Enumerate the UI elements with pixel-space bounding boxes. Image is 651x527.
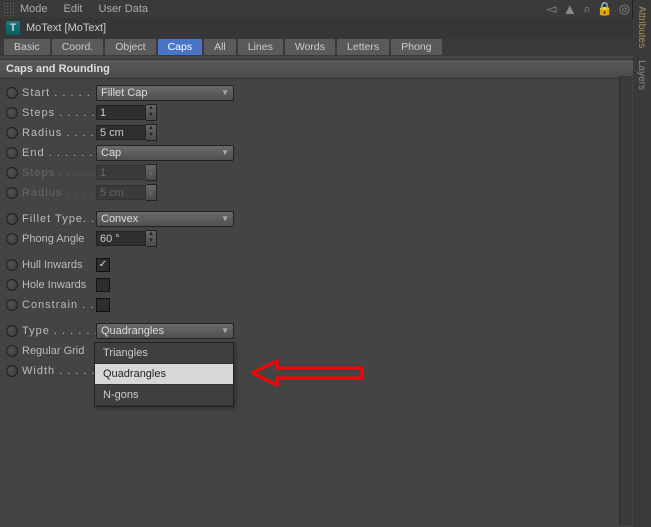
lock-icon[interactable]: 🔒 — [597, 1, 613, 17]
scrollbar[interactable] — [619, 76, 632, 525]
radio-type[interactable] — [6, 325, 18, 337]
attribute-tabs: Basic Coord. Object Caps All Lines Words… — [0, 38, 633, 56]
type-dropdown-open: Triangles Quadrangles N-gons — [94, 342, 234, 407]
label-fillet: Fillet Type. . — [22, 213, 96, 225]
radio-steps2 — [6, 167, 18, 179]
chevron-down-icon: ▼ — [221, 214, 229, 223]
object-title-row: T MoText [MoText] — [0, 18, 633, 38]
tab-object[interactable]: Object — [105, 39, 155, 55]
input-radius2 — [96, 185, 146, 200]
spinner-phong[interactable]: ▲▼ — [146, 230, 157, 247]
chevron-down-icon: ▼ — [221, 148, 229, 157]
row-radius2: Radius . . . . ▲▼ — [6, 183, 627, 202]
spinner-steps[interactable]: ▲▼ — [146, 104, 157, 121]
menubar: Mode Edit User Data ◅ ▲ ⌕ 🔒 ◎ ⊞ — [0, 0, 651, 18]
motext-icon: T — [6, 21, 20, 35]
row-constrain: Constrain . . . — [6, 295, 627, 314]
radio-fillet[interactable] — [6, 213, 18, 225]
object-title: MoText [MoText] — [26, 22, 106, 34]
spinner-radius[interactable]: ▲▼ — [146, 124, 157, 141]
radio-phong[interactable] — [6, 233, 18, 245]
row-hull-inwards: Hull Inwards ✓ — [6, 255, 627, 274]
tab-words[interactable]: Words — [285, 39, 335, 55]
nav-icon[interactable]: ▲ — [562, 1, 577, 18]
type-option-triangles[interactable]: Triangles — [95, 343, 233, 364]
search-icon[interactable]: ⌕ — [583, 1, 590, 17]
label-radius2: Radius . . . . — [22, 187, 96, 199]
type-option-quadrangles[interactable]: Quadrangles — [95, 364, 233, 385]
tab-phong[interactable]: Phong — [391, 39, 441, 55]
row-phong-angle: Phong Angle ▲▼ — [6, 229, 627, 248]
row-fillet-type: Fillet Type. . Convex▼ — [6, 209, 627, 228]
dropdown-end[interactable]: Cap▼ — [96, 145, 234, 161]
tab-basic[interactable]: Basic — [4, 39, 50, 55]
caps-panel: Start . . . . . . Fillet Cap▼ Steps . . … — [0, 79, 633, 385]
side-tabs: Attributes Layers — [632, 0, 651, 527]
radio-constrain[interactable] — [6, 299, 18, 311]
check-constrain[interactable] — [96, 298, 110, 312]
label-constrain: Constrain . . . — [22, 299, 96, 311]
label-radius: Radius . . . . — [22, 127, 96, 139]
input-radius[interactable] — [96, 125, 146, 140]
menu-mode[interactable]: Mode — [20, 3, 48, 15]
radio-hole[interactable] — [6, 279, 18, 291]
dropdown-fillet[interactable]: Convex▼ — [96, 211, 234, 227]
spinner-radius2: ▲▼ — [146, 184, 157, 201]
row-type: Type . . . . . . Quadrangles▼ — [6, 321, 627, 340]
type-option-ngons[interactable]: N-gons — [95, 385, 233, 406]
chevron-down-icon: ▼ — [221, 88, 229, 97]
dropdown-type[interactable]: Quadrangles▼ — [96, 323, 234, 339]
radio-radius[interactable] — [6, 127, 18, 139]
chevron-down-icon: ▼ — [221, 326, 229, 335]
check-hull[interactable]: ✓ — [96, 258, 110, 272]
tab-letters[interactable]: Letters — [337, 39, 389, 55]
row-steps2: Steps . . . . . ▲▼ — [6, 163, 627, 182]
row-end: End . . . . . . . Cap▼ — [6, 143, 627, 162]
label-start: Start . . . . . . — [22, 87, 96, 99]
label-phong: Phong Angle — [22, 233, 96, 245]
label-width: Width . . . . . . — [22, 365, 96, 377]
label-hole: Hole Inwards — [22, 279, 96, 291]
radio-regular[interactable] — [6, 345, 18, 357]
radio-start[interactable] — [6, 87, 18, 99]
row-start: Start . . . . . . Fillet Cap▼ — [6, 83, 627, 102]
radio-steps[interactable] — [6, 107, 18, 119]
check-hole[interactable] — [96, 278, 110, 292]
dropdown-start[interactable]: Fillet Cap▼ — [96, 85, 234, 101]
input-phong[interactable] — [96, 231, 146, 246]
spinner-steps2: ▲▼ — [146, 164, 157, 181]
radio-width[interactable] — [6, 365, 18, 377]
radio-radius2 — [6, 187, 18, 199]
label-end: End . . . . . . . — [22, 147, 96, 159]
tab-caps[interactable]: Caps — [158, 39, 203, 55]
tab-all[interactable]: All — [204, 39, 236, 55]
section-header: Caps and Rounding — [0, 59, 633, 79]
side-tab-attributes[interactable]: Attributes — [633, 0, 650, 54]
menu-edit[interactable]: Edit — [64, 3, 83, 15]
back-icon[interactable]: ◅ — [546, 1, 556, 17]
label-regular: Regular Grid — [22, 345, 96, 357]
row-radius: Radius . . . . ▲▼ — [6, 123, 627, 142]
input-steps2 — [96, 165, 146, 180]
radio-hull[interactable] — [6, 259, 18, 271]
side-tab-layers[interactable]: Layers — [633, 54, 650, 96]
menu-userdata[interactable]: User Data — [99, 3, 149, 15]
tab-lines[interactable]: Lines — [238, 39, 283, 55]
grip-icon — [3, 2, 15, 16]
target-icon[interactable]: ◎ — [619, 1, 630, 17]
label-steps: Steps . . . . . — [22, 107, 96, 119]
label-steps2: Steps . . . . . — [22, 167, 96, 179]
label-hull: Hull Inwards — [22, 259, 96, 271]
row-steps: Steps . . . . . ▲▼ — [6, 103, 627, 122]
radio-end[interactable] — [6, 147, 18, 159]
tab-coord[interactable]: Coord. — [52, 39, 104, 55]
input-steps[interactable] — [96, 105, 146, 120]
label-type: Type . . . . . . — [22, 325, 96, 337]
row-hole-inwards: Hole Inwards — [6, 275, 627, 294]
